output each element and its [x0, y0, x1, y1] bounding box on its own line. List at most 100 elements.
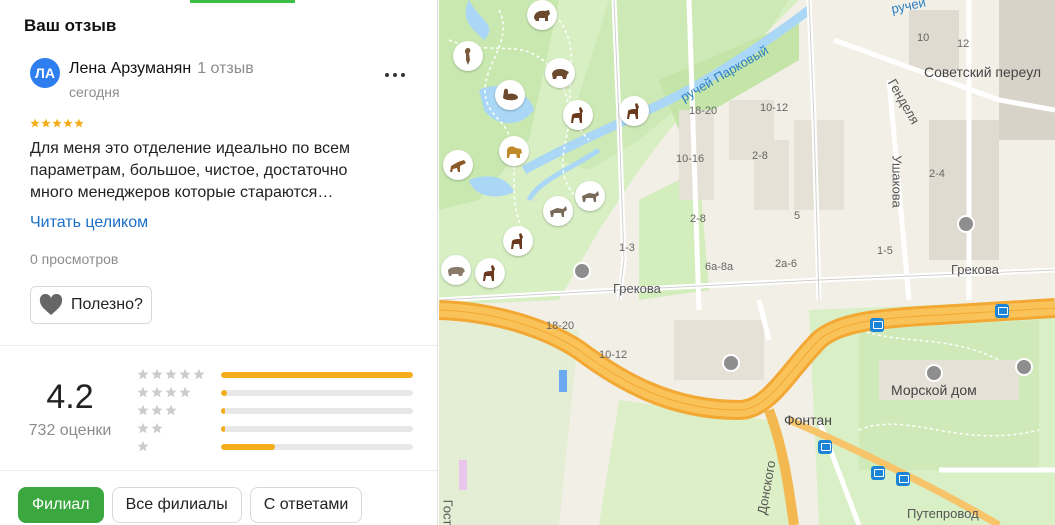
- star-outline-icon: [179, 422, 191, 434]
- star-outline-icon: [179, 404, 191, 416]
- map-house-number: 10: [917, 32, 930, 44]
- zoo-lion-icon[interactable]: [499, 136, 529, 166]
- star-icon: [52, 118, 62, 128]
- zoo-goat-icon[interactable]: [563, 100, 593, 130]
- map-label-putyeprovod: Путепровод: [907, 506, 979, 521]
- map[interactable]: ручей Парковый ручей Советский переул Ге…: [439, 0, 1055, 525]
- star-outline-icon: [193, 404, 205, 416]
- rating-value: 4.2: [46, 378, 94, 416]
- star-icon: [30, 118, 40, 128]
- star-outline-icon: [151, 386, 163, 398]
- review-filters: Филиал Все филиалы С ответами: [18, 487, 363, 523]
- star-icon: [41, 118, 51, 128]
- bus-stop-icon[interactable]: [871, 466, 885, 480]
- author-name[interactable]: Лена Арзуманян: [69, 60, 191, 77]
- rating-bar-fill: [221, 372, 413, 378]
- zoo-goat-icon[interactable]: [619, 96, 649, 126]
- rating-row-stars: [137, 422, 205, 434]
- rating-bar: [221, 444, 413, 450]
- zoo-goat-icon[interactable]: [475, 258, 505, 288]
- map-house-number: 10-12: [760, 102, 789, 114]
- rating-bar: [221, 426, 413, 432]
- landmark-icon[interactable]: [722, 354, 740, 372]
- rating-row-stars: [137, 440, 205, 452]
- rating-bar: [221, 390, 413, 396]
- map-house-number: 12: [957, 38, 970, 50]
- bus-stop-icon[interactable]: [870, 318, 884, 332]
- star-outline-icon: [165, 386, 177, 398]
- rating-bar: [221, 408, 413, 414]
- star-outline-icon: [165, 404, 177, 416]
- zoo-bird-icon[interactable]: [453, 41, 483, 71]
- rating-bar: [221, 372, 413, 378]
- filter-chip-2[interactable]: С ответами: [249, 487, 363, 523]
- rating-bar-fill: [221, 426, 225, 432]
- author-review-count: 1 отзыв: [197, 60, 254, 77]
- map-label-grekova-right: Грекова: [951, 262, 999, 277]
- useful-button[interactable]: Полезно?: [30, 286, 152, 324]
- landmark-icon[interactable]: [1015, 358, 1033, 376]
- zoo-deer-icon[interactable]: [443, 150, 473, 180]
- map-label-gost: Гост: [440, 499, 456, 525]
- zoo-wolf-icon[interactable]: [543, 196, 573, 226]
- map-house-number: 18-20: [546, 320, 575, 332]
- active-tab-indicator: [190, 0, 295, 3]
- star-outline-icon: [137, 440, 149, 452]
- map-label-sovetsky: Советский переул: [924, 64, 1042, 80]
- star-icon: [63, 118, 73, 128]
- zoo-wolf-icon[interactable]: [575, 181, 605, 211]
- rating-bar-fill: [221, 408, 225, 414]
- star-outline-icon: [151, 440, 163, 452]
- zoo-boar-icon[interactable]: [545, 58, 575, 88]
- zoo-bear-icon[interactable]: [527, 0, 557, 30]
- map-house-number: 1-3: [619, 242, 635, 254]
- read-more-link[interactable]: Читать целиком: [30, 214, 148, 232]
- map-house-number: 2-8: [690, 213, 706, 225]
- rating-row-stars: [137, 386, 205, 398]
- star-outline-icon: [151, 422, 163, 434]
- star-outline-icon: [179, 440, 191, 452]
- bus-stop-icon[interactable]: [896, 472, 910, 486]
- zoo-goat-icon[interactable]: [503, 226, 533, 256]
- more-dots-icon[interactable]: [382, 60, 408, 86]
- map-label-grekova-left: Грекова: [613, 281, 661, 296]
- map-label-fontan: Фонтан: [784, 412, 832, 428]
- map-house-number: 10-16: [676, 153, 705, 165]
- useful-label: Полезно?: [71, 296, 143, 313]
- avatar[interactable]: ЛА: [30, 58, 60, 88]
- star-outline-icon: [137, 404, 149, 416]
- rating-bar-fill: [221, 444, 275, 450]
- map-house-number: 18-20: [689, 105, 718, 117]
- rating-count: 732 оценки: [28, 422, 112, 439]
- heart-icon: [39, 294, 63, 315]
- star-outline-icon: [151, 404, 163, 416]
- bus-stop-icon[interactable]: [818, 440, 832, 454]
- views-count: 0 просмотров: [30, 251, 119, 267]
- filter-chip-0[interactable]: Филиал: [18, 487, 104, 523]
- map-house-number: 2-4: [929, 168, 945, 180]
- star-outline-icon: [193, 368, 205, 380]
- zoo-hippo-icon[interactable]: [441, 255, 471, 285]
- review-stars: [30, 118, 84, 128]
- star-outline-icon: [137, 368, 149, 380]
- star-outline-icon: [137, 422, 149, 434]
- map-label-ushakova: Ушакова: [889, 155, 905, 208]
- divider: [0, 470, 437, 471]
- landmark-icon[interactable]: [573, 262, 591, 280]
- landmark-icon[interactable]: [957, 215, 975, 233]
- map-house-number: 2-8: [752, 150, 768, 162]
- bus-stop-icon[interactable]: [995, 304, 1009, 318]
- landmark-icon[interactable]: [925, 364, 943, 382]
- star-outline-icon: [165, 440, 177, 452]
- map-house-number: 10-12: [599, 349, 628, 361]
- star-outline-icon: [179, 368, 191, 380]
- filter-chip-1[interactable]: Все филиалы: [111, 487, 242, 523]
- star-outline-icon: [193, 422, 205, 434]
- author-line: Лена Арзуманян 1 отзыв: [69, 60, 254, 78]
- zoo-duck-icon[interactable]: [495, 80, 525, 110]
- star-outline-icon: [193, 440, 205, 452]
- review-panel: Ваш отзыв ЛА Лена Арзуманян 1 отзыв сегод…: [0, 0, 438, 525]
- map-house-number: 1-5: [877, 245, 893, 257]
- star-outline-icon: [165, 368, 177, 380]
- star-icon: [74, 118, 84, 128]
